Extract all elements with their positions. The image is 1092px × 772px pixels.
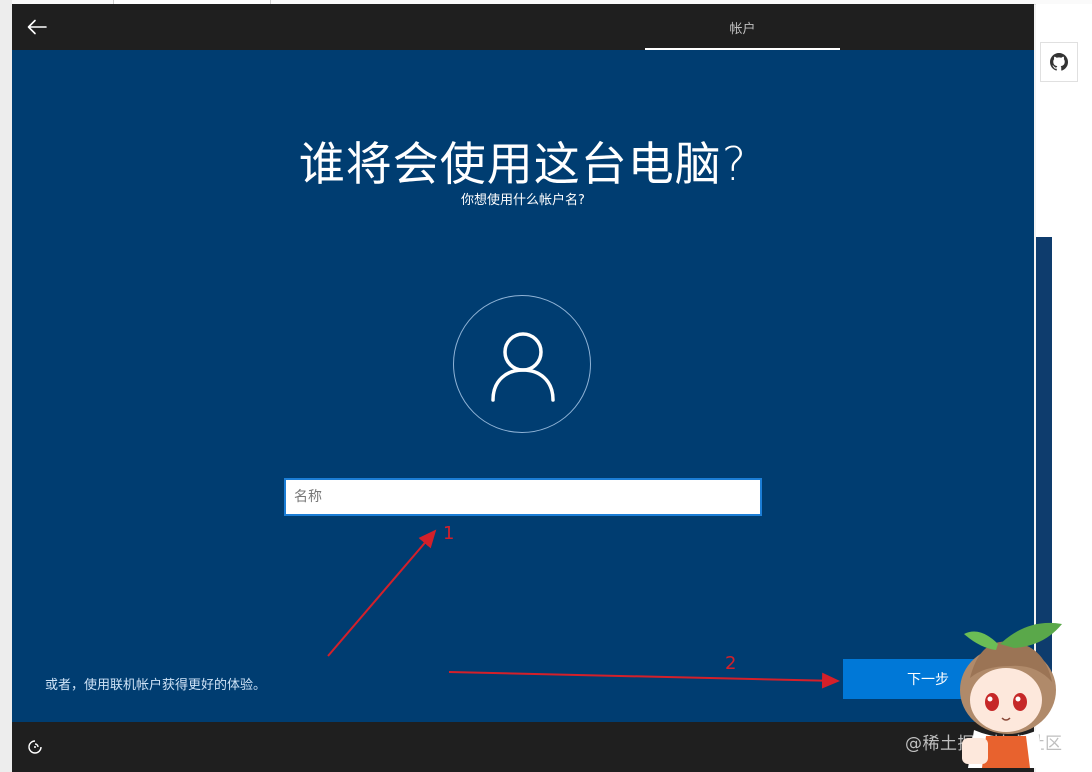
online-account-link[interactable]: 或者，使用联机帐户获得更好的体验。 (45, 674, 266, 693)
setup-header: 帐户 (12, 4, 1034, 50)
name-input[interactable] (284, 478, 762, 516)
back-button[interactable] (22, 12, 52, 42)
arrow-left-icon (27, 19, 47, 35)
page-title: 谁将会使用这台电脑? (298, 137, 748, 191)
annotation-label-2: 2 (725, 653, 737, 674)
screen: 帐户 谁将会使用这台电脑? 你想使用什么帐户名? 或者，使用联机帐户获得更好的体… (0, 0, 1092, 772)
background-window-edge (0, 0, 12, 772)
page-subtitle: 你想使用什么帐户名? (461, 193, 585, 208)
github-icon (1050, 53, 1068, 71)
mascot-sticker (960, 622, 1062, 768)
setup-window: 帐户 谁将会使用这台电脑? 你想使用什么帐户名? 或者，使用联机帐户获得更好的体… (12, 4, 1034, 772)
ease-of-access-button[interactable] (26, 738, 44, 756)
avatar (453, 295, 591, 433)
ease-of-access-icon (28, 740, 42, 754)
setup-footer (12, 722, 1034, 772)
tab-account: 帐户 (729, 21, 756, 37)
user-icon (491, 332, 555, 402)
annotation-label-1: 1 (443, 523, 455, 544)
github-button[interactable] (1040, 42, 1078, 82)
setup-content: 谁将会使用这台电脑? 你想使用什么帐户名? 或者，使用联机帐户获得更好的体验。 … (12, 50, 1034, 722)
